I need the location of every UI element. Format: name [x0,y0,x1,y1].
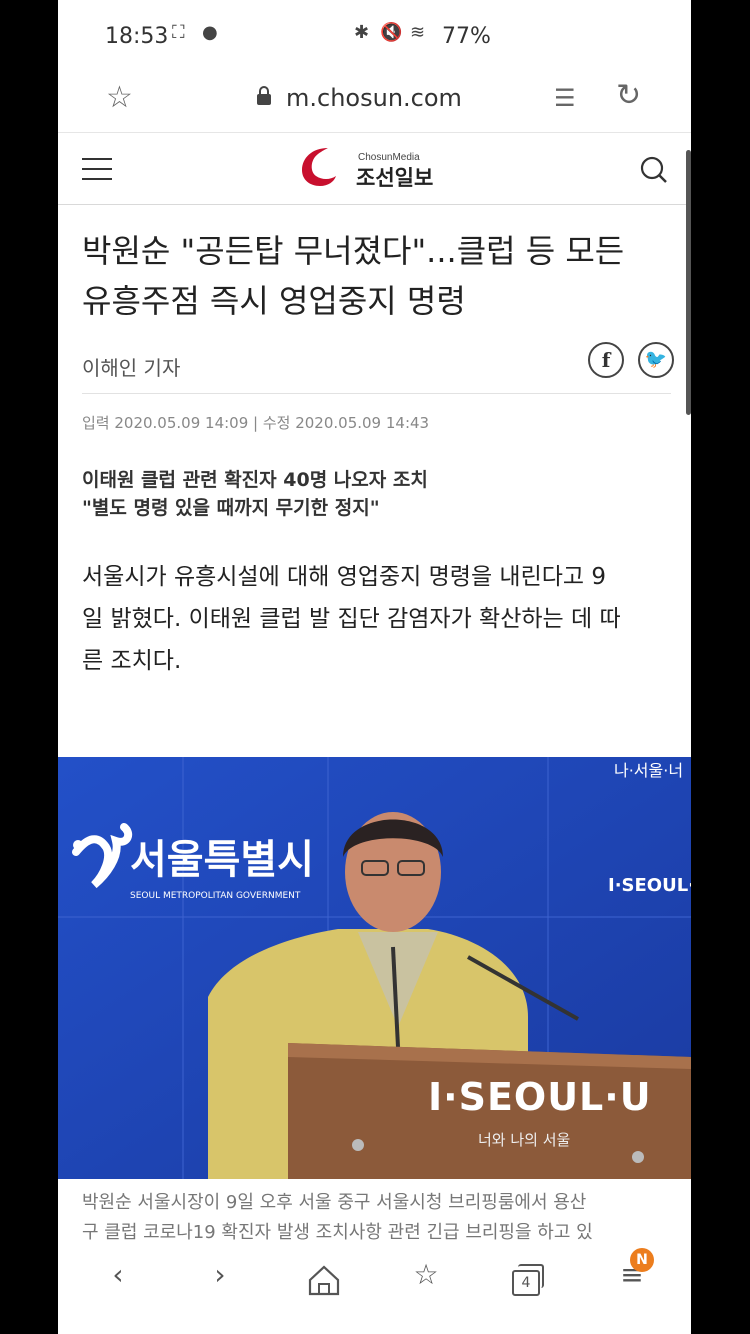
forward-icon[interactable]: › [198,1258,242,1302]
browser-screen: 18:53 ⛶ ● ✱ 🔇 ≋ 77% ☆ m.chosun.com ☰ ↻ C… [58,0,691,1334]
podium-subtext: 너와 나의 서울 [478,1131,571,1149]
article-body: 서울시가 유흥시설에 대해 영업중지 명령을 내린다고 9 일 밝혔다. 이태원… [82,556,674,682]
article-subheadline: 이태원 클럽 관련 확진자 40명 나오자 조치 "별도 명령 있을 때까지 무… [82,466,428,522]
screen-capture-icon: ⛶ [172,22,185,43]
body-line: 일 밝혔다. 이태원 클럽 발 집단 감염자가 확산하는 데 따 [82,606,621,632]
photo-small-slogan: 나·서울·너 [614,761,684,780]
url-text[interactable]: m.chosun.com [286,84,462,112]
menu-icon[interactable] [82,158,112,180]
status-time: 18:53 [105,24,169,49]
logo-name-text: 조선일보 [356,166,434,190]
publish-dates: 입력 2020.05.09 14:09 | 수정 2020.05.09 14:4… [82,414,430,432]
author-name[interactable]: 이해인 기자 [82,352,180,381]
facebook-share-icon[interactable]: f [588,342,624,378]
photo-slogan-right: I·SEOUL·U [608,875,691,896]
logo-swoosh-icon [302,148,336,186]
bluetooth-icon: ✱ [354,22,370,43]
article-photo[interactable]: 서울특별시 SEOUL METROPOLITAN GOVERNMENT I·SE… [58,757,691,1179]
article-headline: 박원순 "공든탑 무너졌다"...클럽 등 모든 유흥주점 즉시 영업중지 명령 [82,226,672,326]
lock-icon [257,86,271,105]
bookmarks-star-icon[interactable]: ☆ [404,1258,448,1302]
bookmark-star-icon[interactable]: ☆ [106,80,133,115]
subhead-line: "별도 명령 있을 때까지 무기한 정지" [82,497,380,519]
home-icon[interactable] [302,1258,346,1302]
url-bar: ☆ m.chosun.com ☰ ↻ [58,70,691,133]
battery-level: 77% [442,24,491,49]
status-bar: 18:53 ⛶ ● ✱ 🔇 ≋ 77% [58,0,691,70]
back-icon[interactable]: ‹ [96,1258,140,1302]
body-line: 서울시가 유흥시설에 대해 영업중지 명령을 내린다고 9 [82,564,607,590]
chat-icon: ● [202,22,218,43]
photo-wall-text: 서울특별시 [130,837,314,883]
reader-mode-icon[interactable]: ☰ [554,84,576,112]
subhead-line: 이태원 클럽 관련 확진자 40명 나오자 조치 [82,469,428,491]
site-header: ChosunMedia 조선일보 [58,134,691,205]
search-icon[interactable] [640,156,668,184]
divider [82,393,671,394]
headline-line: 유흥주점 즉시 영업중지 명령 [82,282,466,320]
site-logo[interactable]: ChosunMedia 조선일보 [298,144,458,194]
notification-badge: N [630,1248,654,1272]
photo-wall-subtext: SEOUL METROPOLITAN GOVERNMENT [130,891,301,901]
browser-bottom-nav: ‹ › ☆ 4 ≡ N [58,1244,691,1334]
scrollbar[interactable] [686,150,691,415]
twitter-share-icon[interactable]: 🐦 [638,342,674,378]
caption-line: 박원순 서울시장이 9일 오후 서울 중구 서울시청 브리핑룸에서 용산 [82,1192,587,1213]
photo-caption: 박원순 서울시장이 9일 오후 서울 중구 서울시청 브리핑룸에서 용산 구 클… [82,1188,674,1248]
podium-slogan: I·SEOUL·U [428,1075,652,1119]
mute-icon: 🔇 [380,22,403,43]
tabs-button[interactable]: 4 [506,1258,550,1302]
wifi-icon: ≋ [410,22,426,43]
body-line: 른 조치다. [82,648,182,674]
headline-line: 박원순 "공든탑 무너졌다"...클럽 등 모든 [82,232,625,270]
reload-icon[interactable]: ↻ [616,78,641,113]
